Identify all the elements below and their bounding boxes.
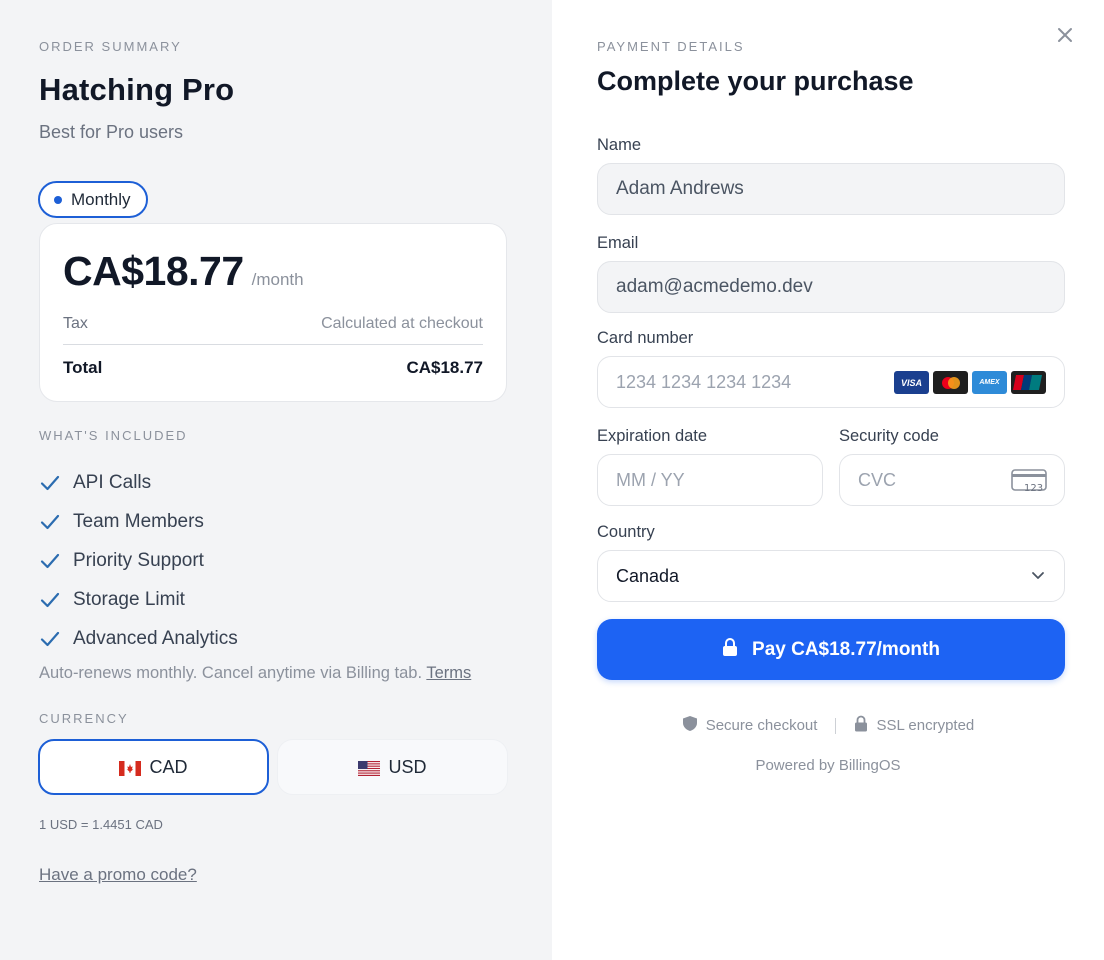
close-icon[interactable] [1056,26,1076,46]
chevron-down-icon [1030,567,1046,589]
price-card: CA$18.77 /month Tax Calculated at checko… [39,223,507,402]
lock-icon [722,637,738,663]
unionpay-icon [1011,371,1046,394]
currency-eyebrow: CURRENCY [39,711,129,726]
check-icon [39,628,61,650]
card-number-label: Card number [597,329,694,347]
payment-title: Complete your purchase [597,66,914,96]
expiry-placeholder: MM / YY [616,469,685,490]
feature-item: Priority Support [39,541,238,580]
order-summary-panel: ORDER SUMMARY Hatching Pro Best for Pro … [0,0,552,960]
total-row: Total CA$18.77 [63,358,483,378]
country-value: Canada [616,565,680,586]
check-icon [39,589,61,611]
country-select[interactable]: Canada [597,550,1065,602]
feature-item: API Calls [39,463,238,502]
email-value: adam@acmedemo.dev [616,276,813,297]
currency-option-usd[interactable]: USD [277,739,508,795]
country-label: Country [597,523,655,541]
trust-separator [835,717,837,734]
currency-option-cad[interactable]: CAD [38,739,269,795]
name-value: Adam Andrews [616,178,744,199]
currency-label-usd: USD [388,756,427,777]
mastercard-icon [933,371,968,394]
renewal-text: Auto-renews monthly. Cancel anytime via … [39,664,423,682]
cvc-card-icon: 123 [1011,468,1047,500]
powered-by: Powered by BillingOS [755,757,901,774]
total-value: CA$18.77 [406,358,483,377]
secure-checkout-text: Secure checkout [705,717,818,734]
total-label: Total [63,358,103,377]
order-summary-eyebrow: ORDER SUMMARY [39,39,182,54]
ssl-badge: SSL encrypted [854,715,974,736]
check-icon [39,472,61,494]
feature-item: Team Members [39,502,238,541]
secure-checkout-badge: Secure checkout [682,715,818,736]
feature-label: Storage Limit [73,588,185,610]
renewal-note: Auto-renews monthly. Cancel anytime via … [39,664,471,683]
included-eyebrow: WHAT'S INCLUDED [39,428,188,443]
promo-code-link[interactable]: Have a promo code? [39,865,197,885]
expiry-label: Expiration date [597,427,708,445]
check-icon [39,550,61,572]
card-number-placeholder: 1234 1234 1234 1234 [616,371,792,392]
tax-value: Calculated at checkout [321,315,483,332]
card-brands: VISA AMEX [894,371,1046,394]
plan-subtitle: Best for Pro users [39,122,184,142]
pill-dot-icon [54,195,62,204]
tax-label: Tax [63,315,88,332]
billing-interval-label: Monthly [71,189,131,209]
name-label: Name [597,136,642,154]
payment-eyebrow: PAYMENT DETAILS [597,39,745,54]
currency-label-cad: CAD [149,756,188,777]
price-divider [63,344,483,345]
feature-item: Advanced Analytics [39,619,238,658]
trust-badges: Secure checkout SSL encrypted [552,715,1104,736]
email-field[interactable]: adam@acmedemo.dev [597,261,1065,313]
canada-flag-icon [119,760,142,776]
price-amount: CA$18.77 [63,248,244,294]
shield-icon [682,715,698,736]
feature-list: API Calls Team Members Priority Support … [39,463,238,658]
pay-button-label: Pay CA$18.77/month [752,638,940,660]
svg-text:123: 123 [1024,483,1043,494]
feature-label: Team Members [73,510,204,532]
feature-label: Advanced Analytics [73,627,238,649]
feature-item: Storage Limit [39,580,238,619]
cvc-field[interactable]: CVC 123 [839,454,1065,506]
feature-label: API Calls [73,471,152,493]
ssl-text: SSL encrypted [876,717,975,734]
price-row: CA$18.77 /month [63,248,304,295]
lock-icon [854,715,868,736]
name-field[interactable]: Adam Andrews [597,163,1065,215]
visa-icon: VISA [894,371,929,394]
feature-label: Priority Support [73,549,204,571]
expiry-field[interactable]: MM / YY [597,454,823,506]
amex-icon: AMEX [972,371,1007,394]
exchange-rate: 1 USD = 1.4451 CAD [39,817,163,832]
cvc-placeholder: CVC [858,469,897,490]
terms-link[interactable]: Terms [426,664,471,682]
plan-name: Hatching Pro [39,72,235,107]
pay-button[interactable]: Pay CA$18.77/month [597,619,1065,680]
tax-row: Tax Calculated at checkout [63,315,483,333]
cvc-label: Security code [839,427,939,445]
card-number-field[interactable]: 1234 1234 1234 1234 VISA AMEX [597,356,1065,408]
email-label: Email [597,234,639,252]
payment-panel: PAYMENT DETAILS Complete your purchase N… [552,0,1104,960]
check-icon [39,511,61,533]
billing-interval-pill[interactable]: Monthly [38,181,148,218]
usa-flag-icon [358,760,381,776]
price-period: /month [251,270,304,289]
